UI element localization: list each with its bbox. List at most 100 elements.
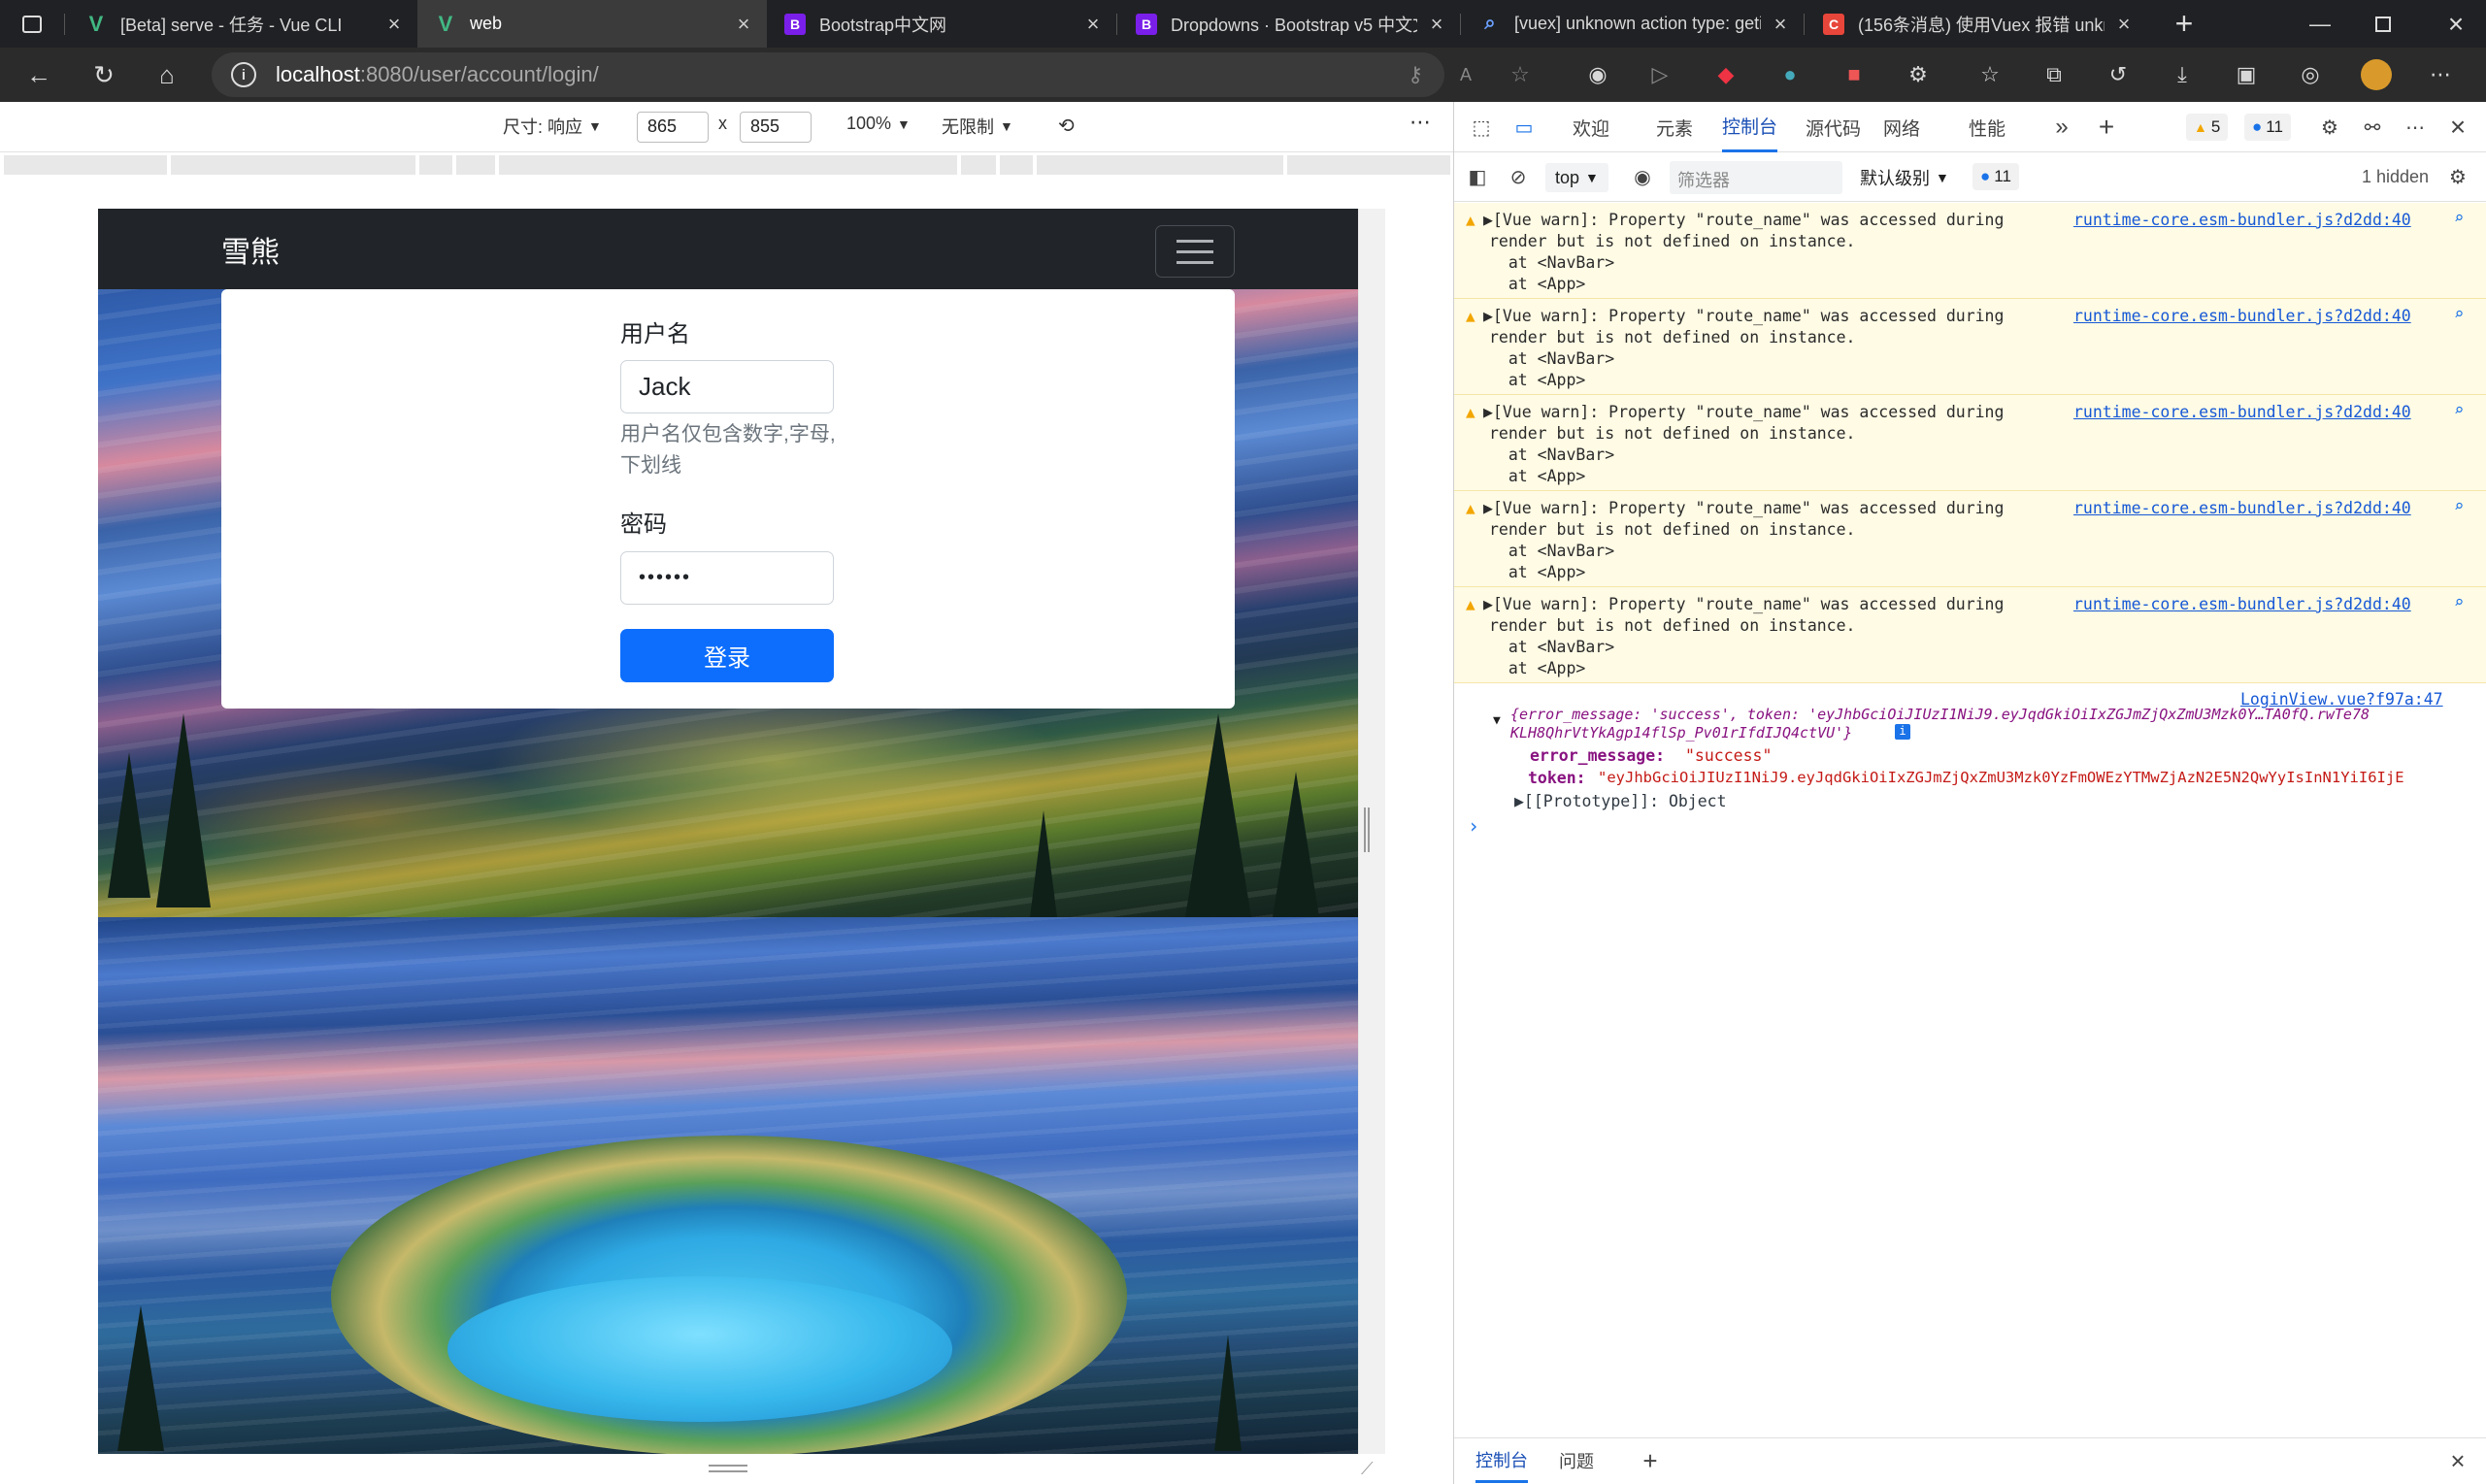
browser-tab[interactable]: V [Beta] serve - 任务 - Vue CLI × [68, 0, 417, 48]
device-more-icon[interactable]: ⋯ [1409, 110, 1431, 135]
console-filter-input[interactable]: 筛选器 [1670, 161, 1842, 194]
address-bar[interactable]: i localhost:8080/user/account/login/ [212, 52, 1444, 97]
media-query-segment[interactable] [499, 155, 957, 175]
tab-performance[interactable]: 性能 [1969, 102, 2005, 152]
home-icon[interactable]: ⌂ [146, 53, 188, 96]
reload-icon[interactable]: ↻ [83, 53, 125, 96]
browser-tab[interactable]: ⌕ [vuex] unknown action type: geti × [1462, 0, 1804, 48]
tab-network[interactable]: 网络 [1883, 102, 1920, 152]
media-query-segment[interactable] [961, 155, 996, 175]
color-extension-icon[interactable]: ● [1773, 57, 1807, 92]
search-icon[interactable]: ⌕ [2454, 593, 2464, 612]
devtools-menu-icon[interactable]: ⋯ [2400, 112, 2431, 143]
navbar-toggler-button[interactable] [1155, 225, 1235, 278]
login-button[interactable]: 登录 [620, 629, 834, 682]
math-solver-icon[interactable]: ▣ [2229, 57, 2264, 92]
browser-tab[interactable]: C (156条消息) 使用Vuex 报错 unkn × [1806, 0, 2147, 48]
media-query-segment[interactable] [1000, 155, 1033, 175]
tab-welcome[interactable]: 欢迎 [1573, 102, 1609, 152]
media-query-segment[interactable] [419, 155, 452, 175]
play-icon[interactable]: ▷ [1642, 57, 1677, 92]
ublock-icon[interactable]: ◆ [1708, 57, 1743, 92]
source-link[interactable]: runtime-core.esm-bundler.js?d2dd:40 [2073, 307, 2411, 325]
zoom-select[interactable]: 100% ▼ [846, 114, 911, 134]
search-icon[interactable]: ⌕ [2454, 401, 2464, 420]
device-height-input[interactable]: 855 [740, 112, 812, 143]
prototype-row[interactable]: ▶[[Prototype]]: Object [1514, 792, 1727, 810]
username-input[interactable]: Jack [620, 360, 834, 413]
context-select[interactable]: top ▼ [1545, 163, 1608, 192]
favorite-add-icon[interactable]: ☆ [1503, 57, 1538, 92]
minimize-icon[interactable]: — [2291, 0, 2349, 48]
search-icon[interactable]: ⌕ [2454, 305, 2464, 324]
close-tab-icon[interactable]: × [2114, 12, 2134, 37]
password-input[interactable]: •••••• [620, 551, 834, 605]
settings-icon[interactable]: ⚙ [2314, 112, 2345, 143]
key-icon[interactable]: ⚷ [1398, 57, 1433, 92]
clear-console-icon[interactable]: ⊘ [1503, 161, 1534, 192]
resize-handle-right[interactable] [1364, 808, 1370, 852]
media-query-segment[interactable] [1287, 155, 1450, 175]
site-info-icon[interactable]: i [231, 62, 256, 87]
close-devtools-icon[interactable]: × [2442, 112, 2473, 143]
performance-icon[interactable]: ◎ [2293, 57, 2328, 92]
console-prompt[interactable]: › [1468, 814, 1479, 838]
console-warning[interactable]: ▲ ▶[Vue warn]: Property "route_name" was… [1454, 491, 2486, 587]
issues-badge[interactable]: ● 11 [1972, 163, 2019, 190]
tab-sources[interactable]: 源代码 [1806, 102, 1861, 152]
new-tab-button[interactable]: + [2167, 6, 2202, 41]
tab-actions-icon[interactable] [17, 10, 47, 39]
console-log-entry[interactable]: LoginView.vue?f97a:47 ▼ {error_message: … [1454, 684, 2486, 787]
close-tab-icon[interactable]: × [1083, 12, 1103, 37]
navbar-brand[interactable]: 雪熊 [221, 228, 280, 271]
profile-avatar-icon[interactable] [2359, 57, 2394, 92]
live-expression-eye-icon[interactable]: ◉ [1627, 161, 1658, 192]
device-toggle-icon[interactable]: ▭ [1508, 112, 1540, 143]
collection-extension-icon[interactable]: ■ [1837, 57, 1872, 92]
close-tab-icon[interactable]: × [734, 12, 753, 37]
throttling-select[interactable]: 无限制 ▼ [942, 114, 1013, 139]
close-window-icon[interactable]: × [2427, 0, 2485, 48]
search-icon[interactable]: ⌕ [2454, 209, 2464, 228]
media-query-segment[interactable] [4, 155, 167, 175]
extension-icon[interactable]: ◉ [1580, 57, 1615, 92]
source-link[interactable]: runtime-core.esm-bundler.js?d2dd:40 [2073, 403, 2411, 421]
console-settings-icon[interactable]: ⚙ [2442, 161, 2473, 192]
console-warning[interactable]: ▲ ▶[Vue warn]: Property "route_name" was… [1454, 395, 2486, 491]
warning-count-badge[interactable]: ▲ 5 [2186, 114, 2229, 141]
source-link[interactable]: runtime-core.esm-bundler.js?d2dd:40 [2073, 211, 2411, 229]
search-icon[interactable]: ⌕ [2454, 497, 2464, 516]
close-tab-icon[interactable]: × [384, 12, 404, 37]
favorites-icon[interactable]: ☆ [1972, 57, 2007, 92]
collections-icon[interactable]: ⧉ [2037, 57, 2072, 92]
customize-icon[interactable]: ⚯ [2357, 112, 2388, 143]
sidebar-toggle-icon[interactable]: ◧ [1462, 161, 1493, 192]
tab-elements[interactable]: 元素 [1656, 102, 1693, 152]
drawer-tab-issues[interactable]: 问题 [1559, 1438, 1594, 1483]
log-level-select[interactable]: 默认级别 ▼ [1860, 165, 1949, 190]
expand-arrow-icon[interactable]: ▼ [1493, 713, 1501, 728]
dimensions-select[interactable]: 尺寸: 响应 ▼ [503, 114, 602, 139]
console-warning[interactable]: ▲ ▶[Vue warn]: Property "route_name" was… [1454, 299, 2486, 395]
device-width-input[interactable]: 865 [637, 112, 709, 143]
more-menu-icon[interactable]: ⋯ [2423, 57, 2458, 92]
downloads-icon[interactable]: ⤓ [2165, 57, 2200, 92]
media-query-segment[interactable] [1037, 155, 1283, 175]
tab-console[interactable]: 控制台 [1722, 102, 1778, 152]
browser-tab[interactable]: B Dropdowns · Bootstrap v5 中文文 × [1118, 0, 1460, 48]
close-tab-icon[interactable]: × [1771, 12, 1790, 37]
viewport-scrollbar[interactable] [1358, 209, 1385, 1454]
extensions-icon[interactable]: ⚙ [1901, 57, 1936, 92]
media-query-segment[interactable] [171, 155, 415, 175]
back-icon[interactable]: ← [17, 53, 60, 96]
source-link[interactable]: runtime-core.esm-bundler.js?d2dd:40 [2073, 595, 2411, 613]
restore-icon[interactable] [2354, 0, 2412, 48]
resize-handle-bottom[interactable] [709, 1465, 747, 1472]
resize-corner-icon[interactable]: ⟋ [1361, 1459, 1374, 1479]
rotate-icon[interactable]: ⟲ [1058, 114, 1075, 138]
close-drawer-icon[interactable]: × [2442, 1445, 2473, 1476]
inspect-icon[interactable]: ⬚ [1466, 112, 1497, 143]
media-query-segment[interactable] [456, 155, 495, 175]
more-tabs-icon[interactable]: » [2046, 112, 2077, 143]
read-aloud-icon[interactable]: A [1448, 57, 1483, 92]
